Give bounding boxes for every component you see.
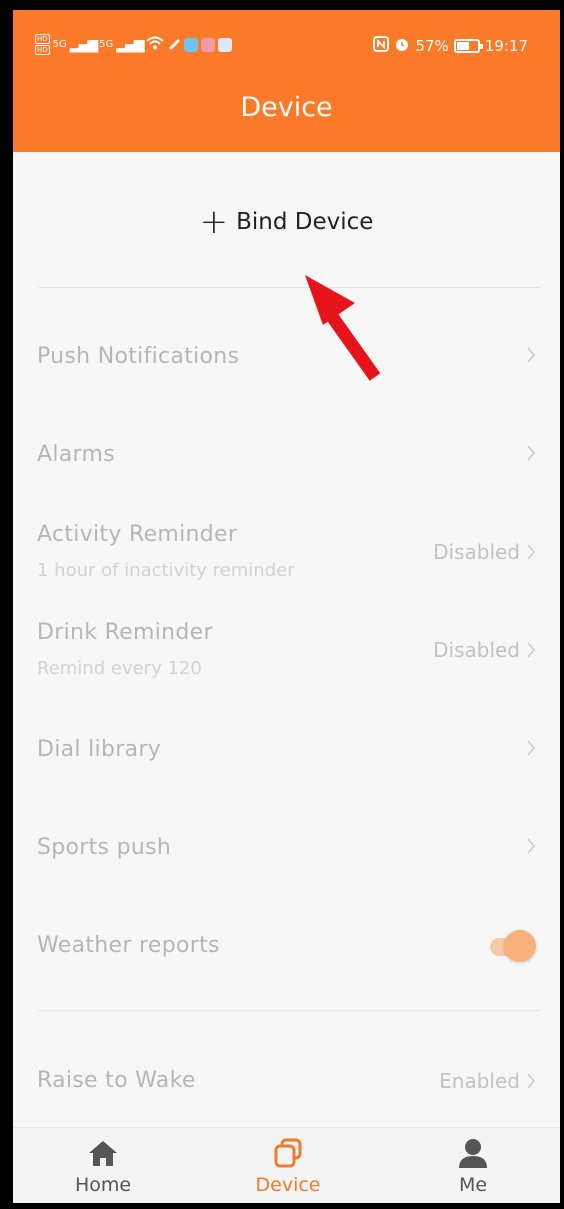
row-right: Enabled [439, 1069, 536, 1093]
row-value: Disabled [433, 540, 520, 564]
row-right [526, 739, 536, 757]
chevron-right-icon [527, 1073, 535, 1089]
network-type-1: 5G [52, 38, 67, 50]
status-icons-right: 57% 19:17 [373, 36, 528, 56]
tab-home[interactable]: Home [43, 1136, 163, 1196]
user-icon [459, 1139, 487, 1168]
device-icon [274, 1138, 302, 1168]
signal-bars-icon: ▂▄▆ [116, 36, 144, 53]
battery-icon [453, 39, 483, 53]
row-right: Disabled [433, 540, 536, 564]
app-screen: HD HD 5G ▂▄▆ 5G ▂▄▆ 57% 19:17 Device + B… [13, 10, 560, 1203]
app-notification-icon [217, 37, 232, 52]
bind-device-label: Bind Device [236, 209, 374, 235]
tab-label: Me [458, 1174, 488, 1196]
plus-icon: + [199, 202, 229, 242]
app-notification-icon [183, 37, 198, 52]
bind-device-button[interactable]: + Bind Device [13, 200, 560, 244]
row-label: Alarms [37, 442, 115, 467]
pen-icon [167, 36, 181, 54]
chevron-right-icon [527, 838, 535, 854]
push-notifications-row[interactable]: Push Notifications [13, 342, 560, 386]
row-label: Weather reports [37, 933, 220, 958]
row-label: Raise to Wake [37, 1068, 196, 1093]
network-type-2: 5G [99, 38, 114, 50]
wifi-icon [145, 36, 164, 54]
tab-device[interactable]: Device [228, 1136, 348, 1196]
clock-time: 19:17 [484, 37, 528, 55]
tab-label: Device [255, 1174, 321, 1196]
chevron-right-icon [527, 740, 535, 756]
hd-badges: HD HD [35, 34, 50, 55]
row-label: Dial library [37, 737, 162, 762]
row-value: Disabled [433, 638, 520, 662]
sports-push-row[interactable]: Sports push [13, 833, 560, 877]
signal-bars-icon: ▂▄▆ [69, 36, 98, 53]
row-label: Sports push [37, 835, 172, 860]
status-bar: HD HD 5G ▂▄▆ 5G ▂▄▆ 57% 19:17 [13, 32, 560, 62]
status-icons-left: HD HD 5G ▂▄▆ 5G ▂▄▆ [35, 34, 232, 55]
divider [38, 1010, 541, 1011]
row-label: Drink Reminder [37, 620, 213, 645]
tab-label: Home [74, 1174, 132, 1196]
nfc-icon [373, 36, 390, 56]
row-sublabel: 1 hour of inactivity reminder [37, 560, 295, 581]
row-right [526, 837, 536, 855]
row-right: Disabled [433, 638, 536, 662]
page-title: Device [240, 92, 333, 123]
toggle-knob [504, 930, 536, 962]
home-icon [89, 1141, 117, 1166]
hd-badge-icon: HD [35, 45, 50, 55]
weather-reports-row: Weather reports [13, 928, 560, 975]
row-label: Push Notifications [37, 344, 240, 369]
mail-notification-icon [200, 37, 215, 52]
app-header: HD HD 5G ▂▄▆ 5G ▂▄▆ 57% 19:17 Device [13, 10, 560, 152]
row-value: Enabled [439, 1069, 520, 1093]
weather-reports-toggle[interactable] [490, 928, 536, 964]
row-sublabel: Remind every 120 [37, 658, 202, 679]
alarm-icon [394, 36, 410, 56]
chevron-right-icon [527, 544, 535, 560]
activity-reminder-row[interactable]: Activity Reminder 1 hour of inactivity r… [13, 522, 560, 602]
bottom-tab-bar: Home Device Me [13, 1127, 560, 1203]
drink-reminder-row[interactable]: Drink Reminder Remind every 120 Disabled [13, 620, 560, 700]
screenshot-frame: HD HD 5G ▂▄▆ 5G ▂▄▆ 57% 19:17 Device + B… [0, 0, 564, 1209]
dial-library-row[interactable]: Dial library [13, 735, 560, 779]
row-right [526, 444, 536, 462]
raise-to-wake-row[interactable]: Raise to Wake Enabled [13, 1066, 560, 1110]
alarms-row[interactable]: Alarms [13, 440, 560, 484]
chevron-right-icon [527, 642, 535, 658]
row-right [526, 346, 536, 364]
hd-badge-icon: HD [35, 34, 50, 44]
battery-percent: 57% [415, 37, 449, 55]
tab-me[interactable]: Me [413, 1136, 533, 1196]
row-label: Activity Reminder [37, 522, 238, 547]
chevron-right-icon [527, 347, 535, 363]
chevron-right-icon [527, 445, 535, 461]
divider [38, 287, 541, 288]
